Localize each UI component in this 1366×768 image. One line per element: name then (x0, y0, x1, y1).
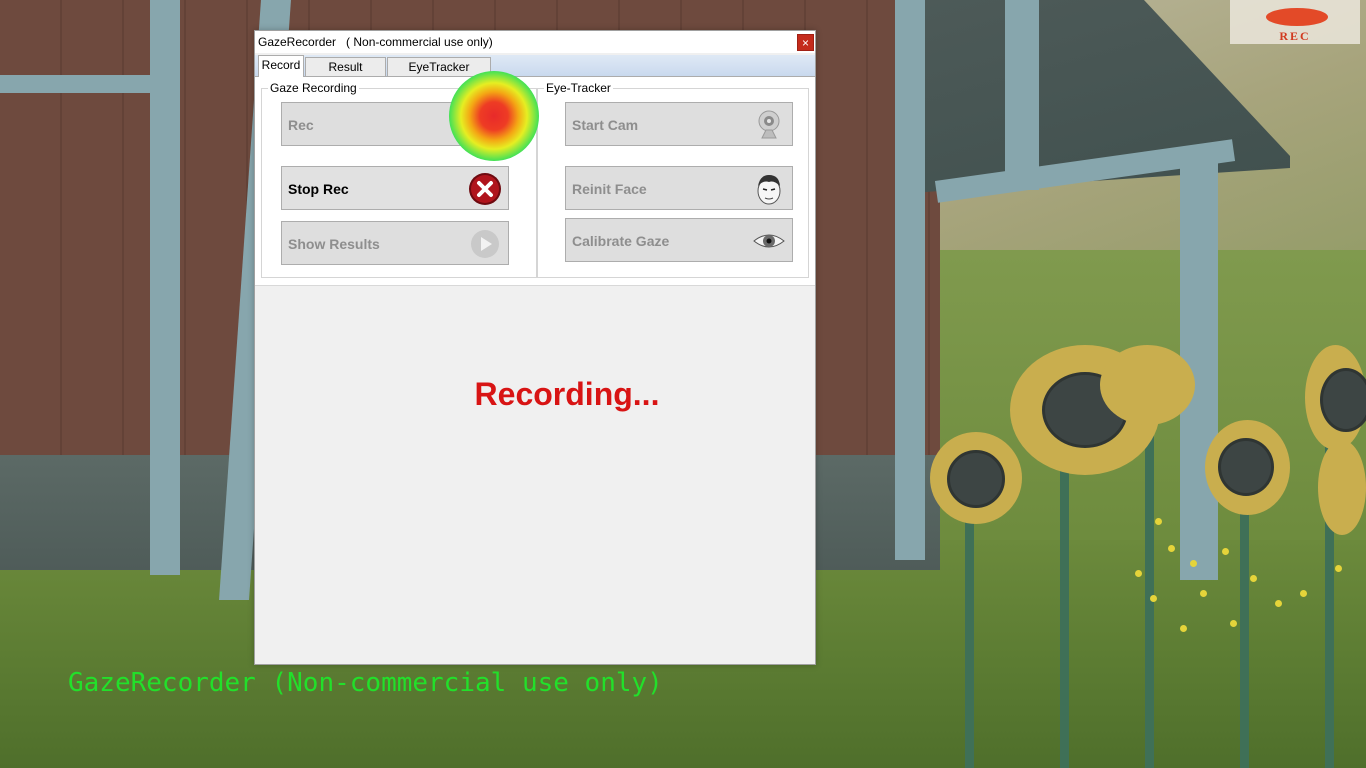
recording-status: Recording... (474, 376, 660, 412)
title-bar[interactable]: GazeRecorder ( Non-commercial use only) … (255, 31, 815, 53)
show-results-button-label: Show Results (288, 236, 380, 252)
tab-eyetracker-settings[interactable]: EyeTracker Settings (387, 57, 491, 93)
stop-icon (469, 173, 501, 205)
stop-rec-button[interactable]: Stop Rec (281, 166, 509, 210)
tab-result-settings[interactable]: Result Settings (305, 57, 386, 93)
tab-strip: Record Result Settings EyeTracker Settin… (255, 55, 815, 93)
calibrate-gaze-button: Calibrate Gaze (565, 218, 793, 262)
start-cam-button-label: Start Cam (572, 117, 639, 133)
gaze-heatmap-marker (449, 71, 539, 161)
gaze-recording-group-label: Gaze Recording (268, 81, 359, 95)
close-icon: × (801, 36, 809, 50)
eye-tracker-group-label: Eye-Tracker (544, 81, 613, 95)
rec-button-label: Rec (288, 117, 314, 133)
record-dot-icon (1266, 8, 1328, 26)
close-button[interactable]: × (797, 34, 814, 51)
rec-indicator: REC (1230, 0, 1360, 44)
play-icon (471, 230, 499, 258)
show-results-button: Show Results (281, 221, 509, 265)
calibrate-gaze-button-label: Calibrate Gaze (572, 233, 670, 249)
start-cam-button: Start Cam (565, 102, 793, 146)
face-icon (757, 175, 781, 205)
webcam-icon (758, 110, 780, 139)
window-title: GazeRecorder ( Non-commercial use only) (258, 35, 493, 49)
stop-rec-button-label: Stop Rec (288, 181, 349, 197)
watermark-text: GazeRecorder (Non-commercial use only) (68, 668, 663, 698)
reinit-face-button: Reinit Face (565, 166, 793, 210)
reinit-face-button-label: Reinit Face (572, 181, 647, 197)
tab-record[interactable]: Record (258, 55, 304, 77)
eye-tracker-group: Eye-Tracker Start Cam Reinit Face Calibr… (537, 81, 809, 278)
eye-icon (753, 234, 785, 248)
rec-indicator-label: REC (1279, 29, 1311, 43)
